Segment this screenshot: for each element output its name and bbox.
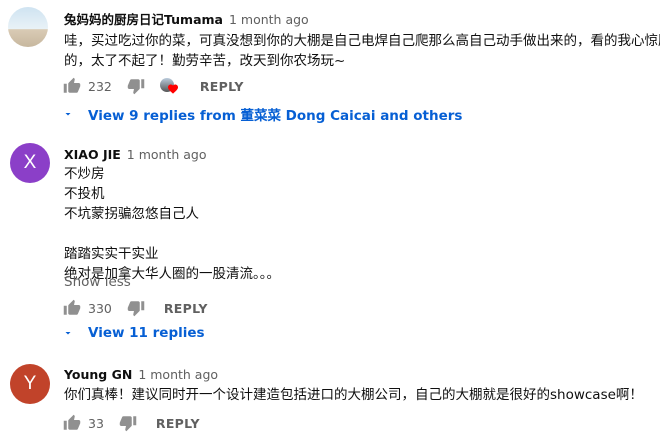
avatar[interactable]: Y <box>10 364 50 404</box>
comment-line: 不坑蒙拐骗忽悠自己人 <box>64 206 199 222</box>
view-replies-label: View 9 replies from 董菜菜 Dong Caicai and … <box>88 108 463 124</box>
author-name[interactable]: 兔妈妈的厨房日记Tumama <box>64 9 223 28</box>
comment-line: 哇，买过吃过你的菜，可真没想到你的大棚是自己电焊自己爬那么高自己动手做出来的，看… <box>64 33 660 49</box>
view-replies-label: View 11 replies <box>88 325 205 341</box>
thumb-down-icon[interactable] <box>118 413 138 433</box>
thumb-down-icon[interactable] <box>126 76 146 96</box>
comment-text: 你们真棒！建议同时开一个设计建造包括进口的大棚公司，自己的大棚就是很好的show… <box>64 385 643 405</box>
comment-line: 不炒房 <box>64 166 105 182</box>
avatar[interactable] <box>8 7 48 47</box>
comment-actions: 232 REPLY <box>62 74 244 98</box>
comment-header: XIAO JIE 1 month ago <box>64 147 207 162</box>
comment-timestamp[interactable]: 1 month ago <box>127 147 207 162</box>
triangle-down-icon <box>65 113 71 116</box>
reply-button[interactable]: REPLY <box>156 416 200 431</box>
thumb-up-icon[interactable] <box>62 76 82 96</box>
comment-actions: 33 REPLY <box>62 411 200 435</box>
comment-timestamp[interactable]: 1 month ago <box>229 12 309 27</box>
thumb-down-icon[interactable] <box>126 298 146 318</box>
like-count: 33 <box>88 415 104 431</box>
comment-line: 你们真棒！建议同时开一个设计建造包括进口的大棚公司，自己的大棚就是很好的show… <box>64 387 643 403</box>
like-count: 232 <box>88 78 112 94</box>
comment-header: 兔妈妈的厨房日记Tumama 1 month ago <box>64 9 309 28</box>
author-name[interactable]: Young GN <box>64 367 132 382</box>
show-less-button[interactable]: Show less <box>64 274 131 290</box>
comment-text: 哇，买过吃过你的菜，可真没想到你的大棚是自己电焊自己爬那么高自己动手做出来的，看… <box>64 31 660 71</box>
thumb-up-icon[interactable] <box>62 298 82 318</box>
view-replies-button[interactable]: View 9 replies from 董菜菜 Dong Caicai and … <box>62 104 462 124</box>
comment-line: 踏踏实实干实业 <box>64 246 159 262</box>
view-replies-button[interactable]: View 11 replies <box>62 325 205 341</box>
comment-line: 不投机 <box>64 186 105 202</box>
reply-button[interactable]: REPLY <box>200 79 244 94</box>
creator-heart-icon <box>159 76 182 96</box>
comment-line: 的，太了不起了！勤劳辛苦，改天到你农场玩~ <box>64 53 346 69</box>
avatar[interactable]: X <box>10 143 50 183</box>
comment-line <box>64 224 280 244</box>
reply-button[interactable]: REPLY <box>164 301 208 316</box>
like-count: 330 <box>88 300 112 316</box>
comment-header: Young GN 1 month ago <box>64 367 218 382</box>
comment-actions: 330 REPLY <box>62 296 208 320</box>
thumb-up-icon[interactable] <box>62 413 82 433</box>
comment-text: 不炒房 不投机 不坑蒙拐骗忽悠自己人 踏踏实实干实业 绝对是加拿大华人圈的一股清… <box>64 164 280 284</box>
author-name[interactable]: XIAO JIE <box>64 147 121 162</box>
comment-timestamp[interactable]: 1 month ago <box>138 367 218 382</box>
triangle-down-icon <box>65 332 71 335</box>
